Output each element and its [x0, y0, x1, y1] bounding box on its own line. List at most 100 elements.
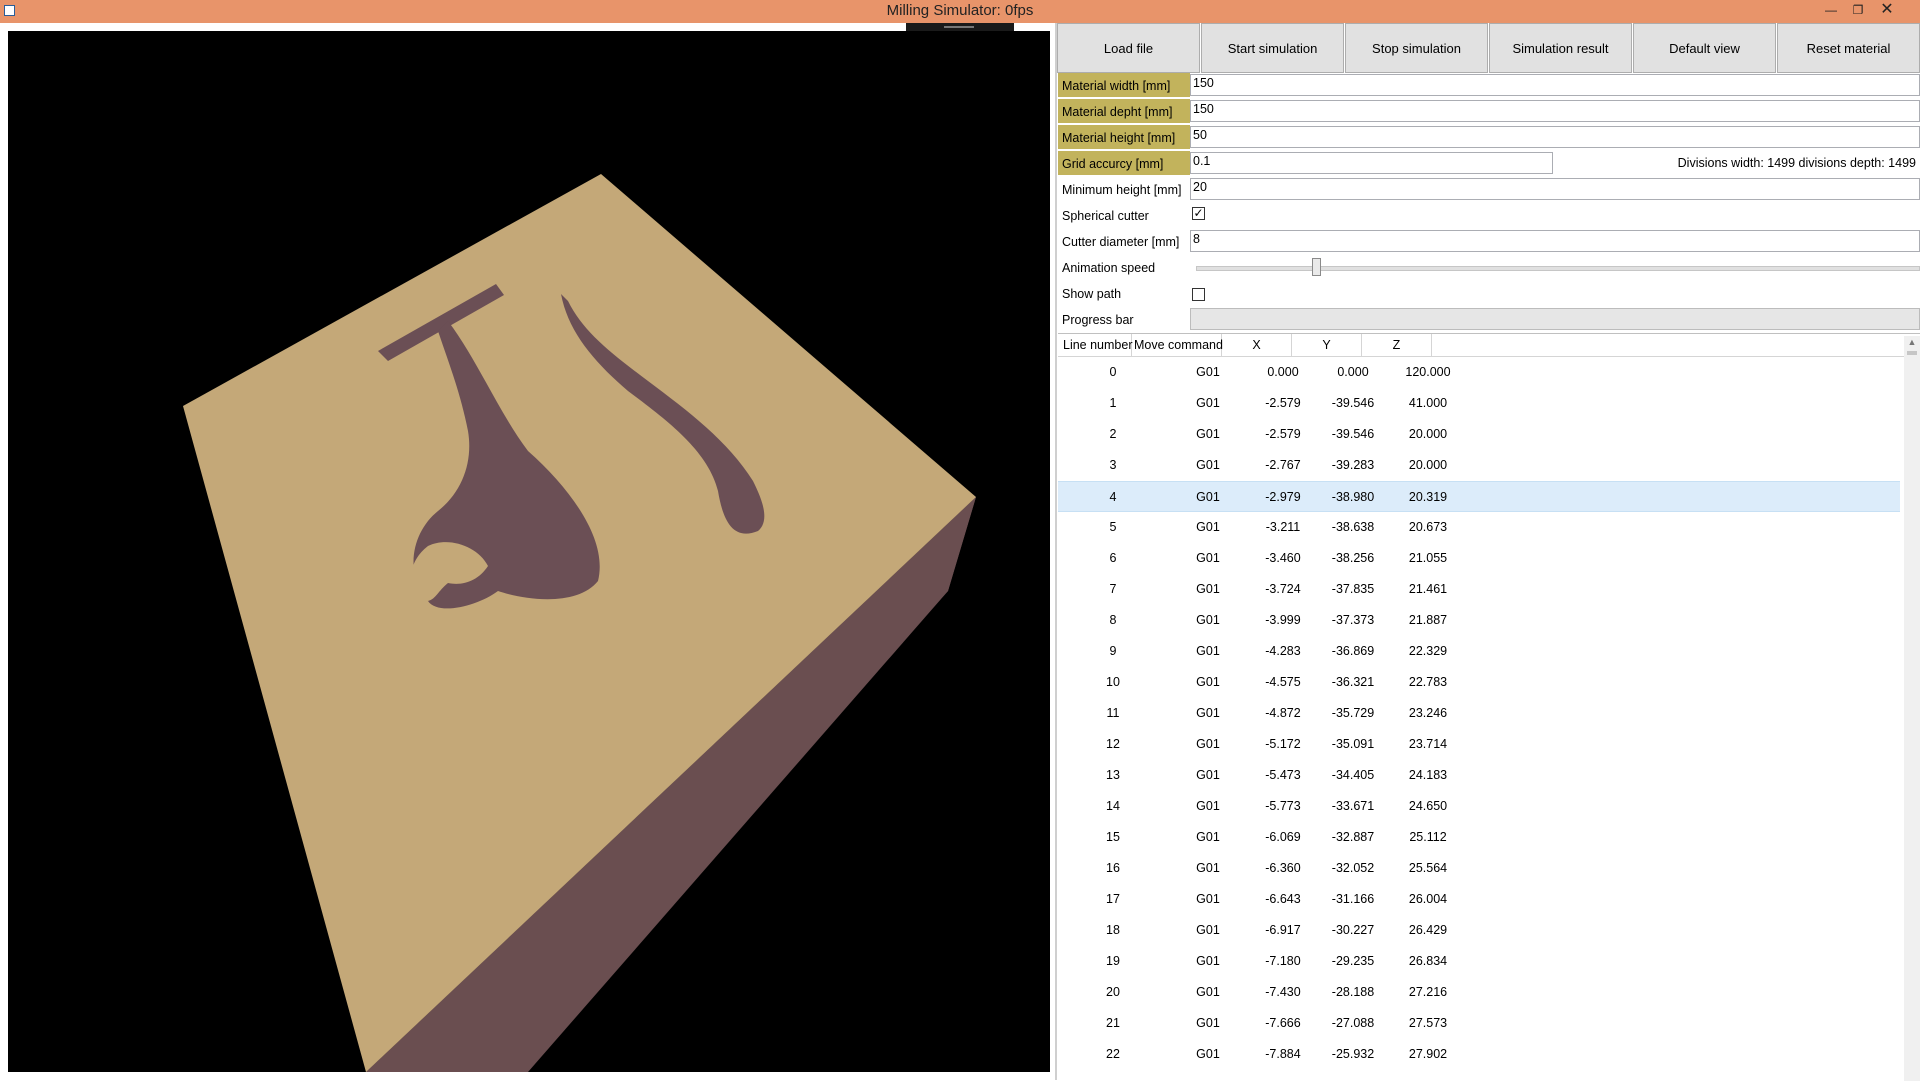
table-row[interactable]: 7 G01 -3.724 -37.835 21.461 — [1058, 574, 1900, 605]
reset-material-button[interactable]: Reset material — [1777, 23, 1920, 73]
table-row[interactable]: 10 G01 -4.575 -36.321 22.783 — [1058, 667, 1900, 698]
table-row[interactable]: 8 G01 -3.999 -37.373 21.887 — [1058, 605, 1900, 636]
cell-z: 27.216 — [1408, 985, 1448, 999]
cell-y: -36.321 — [1331, 675, 1375, 689]
table-row[interactable]: 18 G01 -6.917 -30.227 26.429 — [1058, 915, 1900, 946]
table-row[interactable]: 1 G01 -2.579 -39.546 41.000 — [1058, 388, 1900, 419]
show-path-checkbox[interactable] — [1192, 288, 1205, 301]
table-row[interactable]: 16 G01 -6.360 -32.052 25.564 — [1058, 853, 1900, 884]
cell-line-number: 5 — [1109, 520, 1117, 534]
column-header-z[interactable]: Z — [1362, 334, 1432, 356]
progress-bar-label: Progress bar — [1062, 313, 1134, 327]
table-row[interactable]: 4 G01 -2.979 -38.980 20.319 — [1058, 481, 1900, 512]
scroll-up-arrow-icon[interactable]: ▲ — [1904, 336, 1920, 348]
stop-simulation-button[interactable]: Stop simulation — [1345, 23, 1488, 73]
cell-x: 0.000 — [1267, 365, 1299, 379]
cell-move-command: G01 — [1196, 644, 1220, 658]
animation-speed-slider-thumb[interactable] — [1311, 258, 1321, 276]
cell-x: -6.643 — [1265, 892, 1301, 906]
cell-line-number: 2 — [1109, 427, 1117, 441]
progress-bar-row: Progress bar — [1058, 307, 1920, 331]
table-row[interactable]: 22 G01 -7.884 -25.932 27.902 — [1058, 1039, 1900, 1070]
table-row[interactable]: 0 G01 0.000 0.000 120.000 — [1058, 357, 1900, 388]
restore-button[interactable]: ❐ — [1845, 0, 1871, 20]
cell-move-command: G01 — [1196, 427, 1220, 441]
grid-accuracy-input[interactable]: 0.1 — [1190, 152, 1553, 174]
cell-y: -29.235 — [1331, 954, 1375, 968]
column-header-y[interactable]: Y — [1292, 334, 1362, 356]
table-row[interactable]: 5 G01 -3.211 -38.638 20.673 — [1058, 512, 1900, 543]
cell-z: 20.319 — [1408, 490, 1448, 504]
table-row[interactable]: 19 G01 -7.180 -29.235 26.834 — [1058, 946, 1900, 977]
minimize-button[interactable]: — — [1818, 0, 1844, 20]
grid-accuracy-row: Grid accurcy [mm] 0.1 Divisions width: 1… — [1058, 151, 1920, 175]
table-row[interactable]: 9 G01 -4.283 -36.869 22.329 — [1058, 636, 1900, 667]
load-file-button[interactable]: Load file — [1057, 23, 1200, 73]
default-view-button[interactable]: Default view — [1633, 23, 1776, 73]
material-height-input[interactable]: 50 — [1190, 126, 1920, 148]
material-width-input[interactable]: 150 — [1190, 74, 1920, 96]
cell-move-command: G01 — [1196, 923, 1220, 937]
cell-z: 21.887 — [1408, 613, 1448, 627]
cell-z: 24.183 — [1408, 768, 1448, 782]
table-row[interactable]: 21 G01 -7.666 -27.088 27.573 — [1058, 1008, 1900, 1039]
minimum-height-input[interactable]: 20 — [1190, 178, 1920, 200]
table-row[interactable]: 6 G01 -3.460 -38.256 21.055 — [1058, 543, 1900, 574]
cell-move-command: G01 — [1196, 490, 1220, 504]
cell-y: -37.373 — [1331, 613, 1375, 627]
table-scrollbar[interactable]: ▲ — [1904, 336, 1920, 1081]
cell-move-command: G01 — [1196, 458, 1220, 472]
animation-speed-track[interactable] — [1196, 266, 1920, 271]
table-row[interactable]: 14 G01 -5.773 -33.671 24.650 — [1058, 791, 1900, 822]
cell-y: -39.283 — [1331, 458, 1375, 472]
cell-x: -3.724 — [1265, 582, 1301, 596]
column-header-move-command[interactable]: Move command — [1132, 334, 1223, 356]
show-path-row: Show path — [1058, 281, 1920, 305]
cell-move-command: G01 — [1196, 365, 1220, 379]
cell-z: 25.564 — [1408, 861, 1448, 875]
cell-y: -38.256 — [1331, 551, 1375, 565]
cell-move-command: G01 — [1196, 768, 1220, 782]
simulation-result-button[interactable]: Simulation result — [1489, 23, 1632, 73]
column-header-line-number[interactable]: Line number — [1058, 334, 1133, 356]
cell-y: -39.546 — [1331, 396, 1375, 410]
spherical-cutter-row: Spherical cutter ✓ — [1058, 203, 1920, 227]
start-simulation-button[interactable]: Start simulation — [1201, 23, 1344, 73]
minimum-height-label: Minimum height [mm] — [1062, 183, 1182, 197]
table-row[interactable]: 17 G01 -6.643 -31.166 26.004 — [1058, 884, 1900, 915]
column-header-x[interactable]: X — [1222, 334, 1292, 356]
material-depth-input[interactable]: 150 — [1190, 100, 1920, 122]
close-button[interactable]: ✕ — [1874, 0, 1900, 20]
viewport-resize-grip[interactable] — [906, 23, 1014, 31]
cell-line-number: 11 — [1106, 706, 1120, 720]
cell-y: 0.000 — [1337, 365, 1369, 379]
toolbar: Load file Start simulation Stop simulati… — [1057, 23, 1920, 73]
cell-line-number: 16 — [1106, 861, 1120, 875]
grid-accuracy-label: Grid accurcy [mm] — [1058, 151, 1190, 175]
table-row[interactable]: 12 G01 -5.172 -35.091 23.714 — [1058, 729, 1900, 760]
spherical-cutter-checkbox[interactable]: ✓ — [1192, 207, 1205, 220]
table-row[interactable]: 2 G01 -2.579 -39.546 20.000 — [1058, 419, 1900, 450]
table-row[interactable]: 13 G01 -5.473 -34.405 24.183 — [1058, 760, 1900, 791]
simulation-viewport[interactable] — [8, 31, 1050, 1072]
table-row[interactable]: 20 G01 -7.430 -28.188 27.216 — [1058, 977, 1900, 1008]
table-row[interactable]: 3 G01 -2.767 -39.283 20.000 — [1058, 450, 1900, 481]
cutter-diameter-row: Cutter diameter [mm] 8 — [1058, 229, 1920, 253]
cell-line-number: 13 — [1106, 768, 1120, 782]
cell-move-command: G01 — [1196, 1016, 1220, 1030]
cell-x: -5.773 — [1265, 799, 1301, 813]
table-row[interactable]: 15 G01 -6.069 -32.887 25.112 — [1058, 822, 1900, 853]
cell-y: -38.980 — [1331, 490, 1375, 504]
cell-line-number: 20 — [1106, 985, 1120, 999]
divisions-info: Divisions width: 1499 divisions depth: 1… — [1677, 156, 1916, 170]
cutter-diameter-input[interactable]: 8 — [1190, 230, 1920, 252]
cell-move-command: G01 — [1196, 520, 1220, 534]
scrollbar-thumb[interactable] — [1907, 351, 1917, 355]
cell-y: -36.869 — [1331, 644, 1375, 658]
material-width-label: Material width [mm] — [1058, 73, 1190, 97]
animation-speed-row: Animation speed — [1058, 255, 1920, 279]
cell-line-number: 8 — [1109, 613, 1117, 627]
panel-splitter[interactable] — [1055, 23, 1057, 1080]
table-row[interactable]: 11 G01 -4.872 -35.729 23.246 — [1058, 698, 1900, 729]
cell-move-command: G01 — [1196, 706, 1220, 720]
